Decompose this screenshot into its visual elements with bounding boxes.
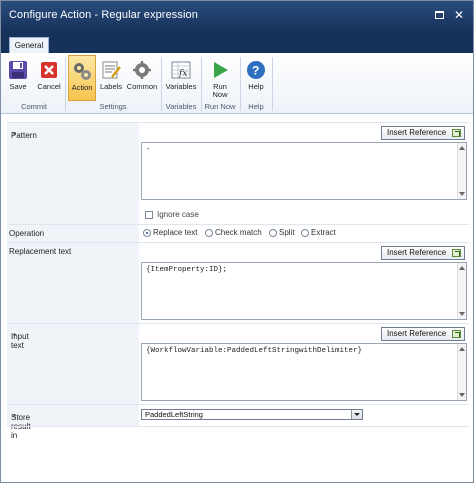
operation-label: Operation [9, 229, 45, 238]
group-label-run-now: Run Now [204, 102, 236, 111]
ignore-case-label: Ignore case [157, 210, 199, 219]
input-scrollbar[interactable] [457, 344, 466, 400]
close-button[interactable]: ✕ [451, 7, 467, 23]
ribbon: Save Cancel Commit Action Labels Common … [1, 53, 473, 114]
store-result-row: Store result in* PaddedLeftString [7, 404, 469, 440]
radio-replace-text[interactable] [143, 229, 151, 237]
svg-text:fx: fx [178, 69, 187, 79]
common-label: Common [126, 82, 158, 91]
pattern-scrollbar[interactable] [457, 143, 466, 199]
help-label: Help [248, 82, 264, 91]
scroll-down-icon [459, 393, 465, 397]
variables-label: Variables [165, 82, 197, 91]
scroll-up-icon [459, 266, 465, 270]
ribbon-tab-strip: General [1, 31, 473, 53]
replacement-scrollbar[interactable] [457, 263, 466, 319]
store-result-select[interactable]: PaddedLeftString [141, 409, 363, 420]
action-button[interactable]: Action [68, 55, 96, 101]
save-icon [9, 61, 27, 79]
labels-label: Labels [99, 82, 123, 91]
common-button[interactable]: Common [126, 55, 158, 101]
insert-reference-icon [452, 330, 461, 338]
help-icon: ? [247, 61, 265, 79]
insert-reference-button[interactable]: Insert Reference [381, 126, 465, 140]
play-icon [214, 62, 228, 78]
run-now-label: Run Now [212, 82, 228, 99]
ribbon-separator [65, 57, 66, 111]
radio-check-match[interactable] [205, 229, 213, 237]
group-label-settings: Settings [99, 102, 127, 111]
radio-extract[interactable] [301, 229, 309, 237]
insert-reference-icon [452, 249, 461, 257]
pattern-row: Pattern * Insert Reference - Ignore case [7, 122, 469, 224]
scroll-down-icon [459, 312, 465, 316]
replacement-row: Replacement text Insert Reference {ItemP… [7, 242, 469, 323]
replacement-textarea[interactable]: {ItemProperty:ID}; [141, 262, 467, 320]
radio-split[interactable] [269, 229, 277, 237]
labels-button[interactable]: Labels [98, 55, 124, 101]
group-label-variables: Variables [165, 102, 197, 111]
insert-reference-icon [452, 129, 461, 137]
save-label: Save [9, 82, 27, 91]
labels-icon [102, 61, 121, 79]
scroll-up-icon [459, 146, 465, 150]
scroll-up-icon [459, 347, 465, 351]
close-icon: ✕ [453, 8, 465, 22]
split-label: Split [279, 228, 295, 237]
group-label-help: Help [248, 102, 264, 111]
pattern-textarea[interactable]: - [141, 142, 467, 200]
input-textarea[interactable]: {WorkflowVariable:PaddedLeftStringwithDe… [141, 343, 467, 401]
replace-text-label: Replace text [153, 228, 198, 237]
form-bottom-divider [7, 426, 469, 427]
action-form: Pattern * Insert Reference - Ignore case … [7, 122, 469, 440]
extract-label: Extract [311, 228, 336, 237]
group-label-commit: Commit [21, 102, 47, 111]
operation-row: Operation Replace text Check match Split… [7, 224, 469, 242]
insert-reference-button[interactable]: Insert Reference [381, 327, 465, 341]
cancel-label: Cancel [37, 82, 61, 91]
title-bar: Configure Action - Regular expression ✕ [1, 1, 473, 31]
input-text-row: Input text * Insert Reference {WorkflowVa… [7, 323, 469, 404]
cancel-button[interactable]: Cancel [35, 55, 63, 101]
maximize-button[interactable] [431, 7, 447, 23]
configure-action-dialog: Configure Action - Regular expression ✕ … [0, 0, 474, 483]
variables-fx-icon: fx [171, 61, 191, 79]
ribbon-separator [272, 57, 273, 111]
help-button[interactable]: ? Help [243, 55, 269, 101]
action-label: Action [71, 83, 93, 92]
run-now-button[interactable]: Run Now [204, 55, 236, 101]
maximize-icon [435, 11, 444, 19]
ignore-case-checkbox[interactable] [145, 211, 153, 219]
gears-icon [74, 63, 91, 80]
replacement-text-label: Replacement text [9, 247, 72, 256]
insert-reference-button[interactable]: Insert Reference [381, 246, 465, 260]
svg-text:?: ? [252, 64, 259, 78]
check-match-label: Check match [215, 228, 262, 237]
tab-general[interactable]: General [9, 37, 49, 53]
common-settings-icon [133, 61, 151, 79]
variables-button[interactable]: fx Variables [163, 55, 199, 101]
cancel-icon [41, 62, 57, 78]
scroll-down-icon [459, 192, 465, 196]
window-title: Configure Action - Regular expression [9, 9, 198, 21]
chevron-down-icon[interactable] [351, 410, 362, 419]
save-button[interactable]: Save [5, 55, 31, 101]
